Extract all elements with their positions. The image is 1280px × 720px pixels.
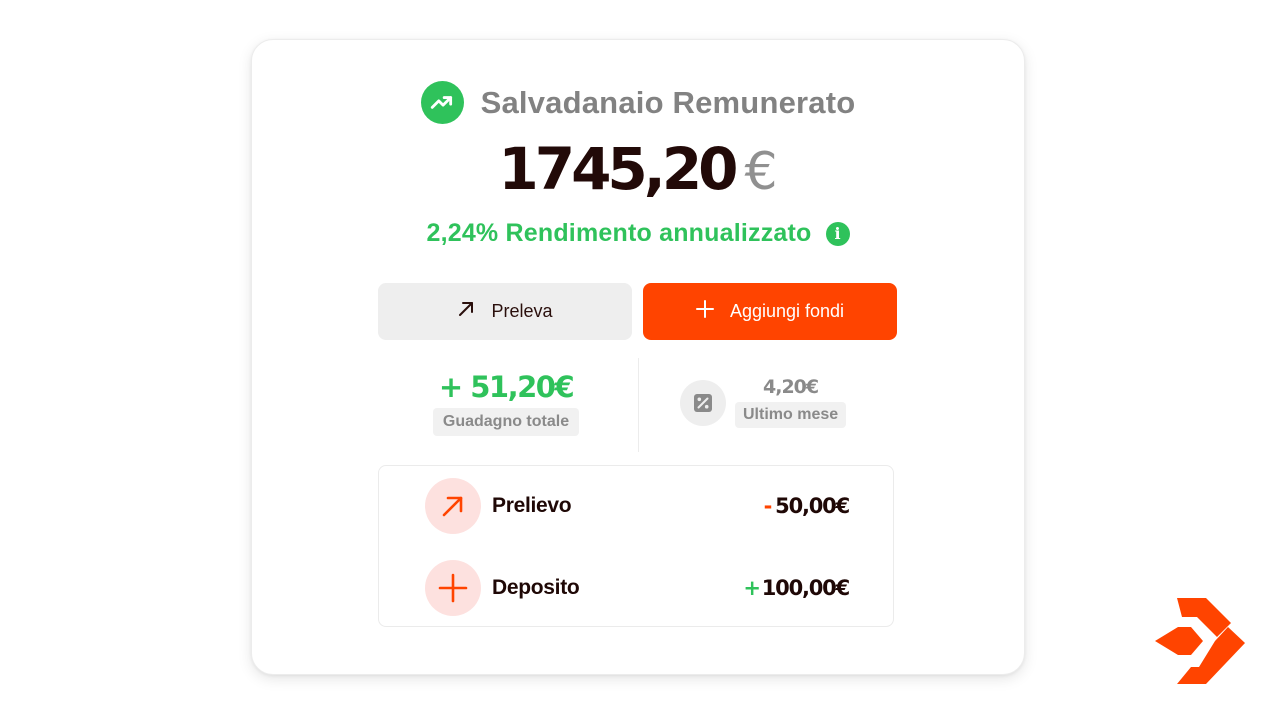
transaction-sign: + <box>743 576 761 600</box>
trending-up-icon <box>420 81 464 124</box>
stats-divider <box>638 358 639 452</box>
annual-yield: 2,24% Rendimento annualizzato i <box>252 219 1024 248</box>
last-month-value: 4,20€ <box>763 376 819 398</box>
last-month-label: Ultimo mese <box>735 402 847 428</box>
add-funds-button[interactable]: Aggiungi fondi <box>643 283 897 340</box>
withdraw-button-label: Preleva <box>491 301 553 321</box>
card-header: Salvadanaio Remunerato <box>252 81 1024 124</box>
plus-icon <box>695 300 714 323</box>
transaction-amount-value: 50,00€ <box>775 494 850 518</box>
withdraw-button[interactable]: Preleva <box>378 283 632 340</box>
total-gain-label: Guadagno totale <box>432 408 580 436</box>
plus-icon <box>425 560 481 616</box>
arrow-up-right-icon <box>425 478 481 534</box>
card-title: Salvadanaio Remunerato <box>480 84 856 120</box>
percent-icon <box>680 380 726 426</box>
balance-amount: 1745,20 <box>498 135 738 203</box>
balance-currency: € <box>744 142 778 202</box>
transaction-sign: - <box>763 494 773 518</box>
balance: 1745,20 € <box>252 140 1024 198</box>
transaction-amount: -50,00€ <box>763 494 851 518</box>
total-gain-value: + 51,20€ <box>438 370 575 404</box>
annual-yield-text: 2,24% Rendimento annualizzato <box>426 219 812 247</box>
total-gain-stat: + 51,20€ Guadagno totale <box>378 373 634 436</box>
add-funds-button-label: Aggiungi fondi <box>729 301 845 321</box>
last-month-block: 4,20€ Ultimo mese <box>735 376 847 428</box>
savings-card: Salvadanaio Remunerato 1745,20 € 2,24% Re… <box>251 39 1025 675</box>
brand-logo <box>1155 598 1245 684</box>
last-month-stat: 4,20€ Ultimo mese <box>680 376 847 428</box>
transaction-label: Deposito <box>492 576 580 599</box>
transaction-label: Prelievo <box>492 494 572 517</box>
transaction-amount: +100,00€ <box>743 576 850 600</box>
info-icon[interactable]: i <box>825 221 850 246</box>
arrow-up-right-icon <box>457 300 475 323</box>
transaction-amount-value: 100,00€ <box>761 576 850 600</box>
list-item[interactable]: Prelievo -50,00€ <box>379 478 893 534</box>
transactions-list: Prelievo -50,00€ Deposito +100,00€ <box>378 465 894 627</box>
list-item[interactable]: Deposito +100,00€ <box>379 560 893 616</box>
